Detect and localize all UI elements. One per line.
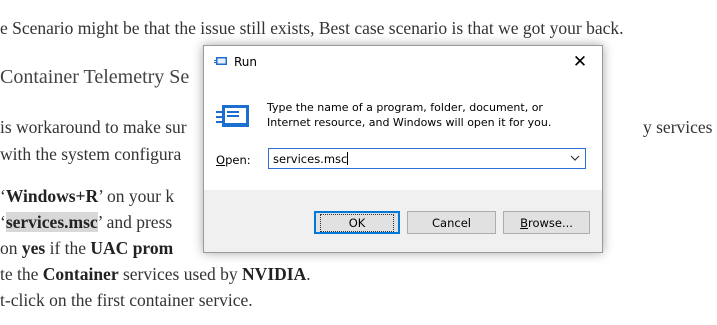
browse-label: Browse... [520, 215, 573, 230]
article-step: on yes if the UAC prom [0, 238, 174, 258]
dialog-footer: OK Cancel Browse... [204, 190, 602, 252]
chevron-down-icon[interactable] [569, 151, 581, 165]
article-step: te the Container services used by NVIDIA… [0, 264, 311, 284]
open-label: Open: [216, 153, 251, 167]
article-line: is workaround to make sur [0, 117, 187, 137]
article-step: ‘services.msc’ and press [0, 212, 173, 232]
run-icon [216, 105, 249, 127]
browse-button[interactable]: Browse... [503, 211, 590, 234]
article-line: with the system configura [0, 144, 182, 164]
article-line: e Scenario might be that the issue still… [0, 18, 624, 38]
cancel-label: Cancel [432, 215, 471, 230]
close-button[interactable]: ✕ [558, 46, 602, 78]
article-step: ‘Windows+R’ on your k [0, 186, 175, 206]
ok-label: OK [319, 213, 395, 232]
close-icon: ✕ [572, 52, 588, 72]
title-bar[interactable]: Run ✕ [204, 46, 602, 78]
run-app-icon [214, 57, 227, 65]
dialog-description: Type the name of a program, folder, docu… [267, 101, 552, 129]
run-dialog: Run ✕ Type the name of a program, folder… [203, 45, 603, 253]
open-combobox[interactable]: services.msc [268, 148, 586, 169]
article-heading: Container Telemetry Se [0, 66, 190, 88]
article-line: y services [643, 117, 713, 137]
article-step: t-click on the first container service. [0, 290, 253, 310]
dialog-title: Run [234, 55, 258, 69]
open-input[interactable]: services.msc [273, 152, 349, 166]
cancel-button[interactable]: Cancel [407, 211, 496, 234]
ok-button[interactable]: OK [314, 211, 400, 234]
